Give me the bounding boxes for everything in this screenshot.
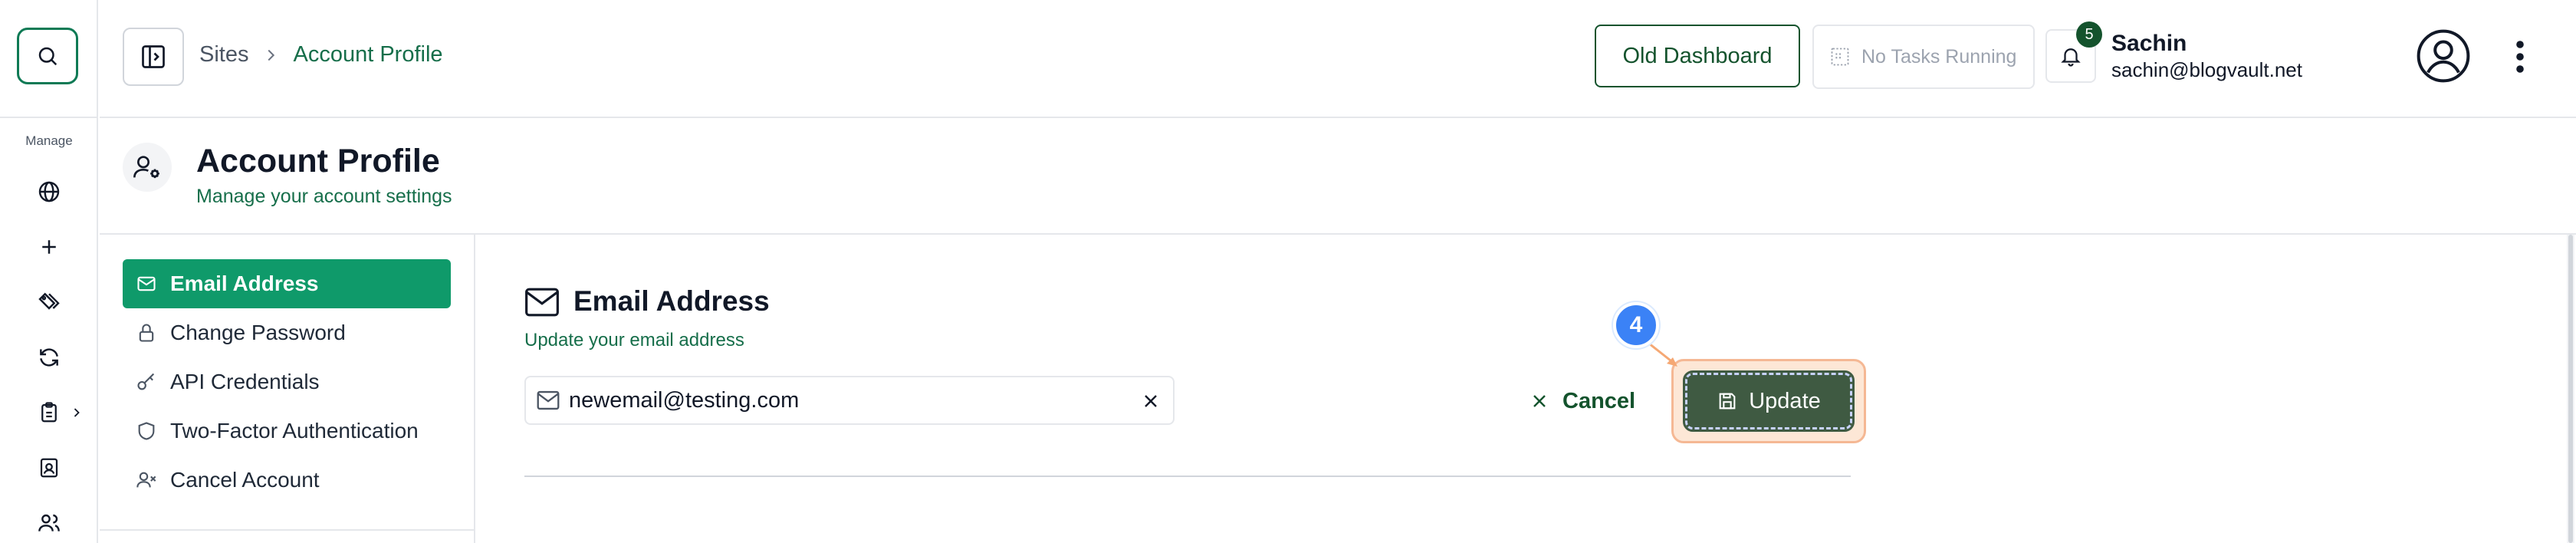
mail-icon <box>537 390 560 410</box>
plus-icon <box>42 240 56 254</box>
refresh-icon <box>40 348 58 367</box>
section-subtitle: Update your email address <box>524 330 744 350</box>
sidebar-expand-icon <box>142 45 165 68</box>
rail-item-sites[interactable] <box>31 173 67 210</box>
nav-item-api-credentials[interactable]: API Credentials <box>123 357 451 406</box>
chevron-right-icon <box>262 47 279 64</box>
save-icon <box>1717 390 1738 412</box>
tutorial-step-badge: 4 <box>1613 302 1659 348</box>
cancel-label: Cancel <box>1562 388 1636 413</box>
user-x-icon <box>135 469 158 492</box>
email-field[interactable] <box>524 376 1175 425</box>
clear-input-button[interactable] <box>1139 390 1162 413</box>
user-circle-icon <box>2417 29 2470 83</box>
nav-item-two-factor-authentication[interactable]: Two-Factor Authentication <box>123 406 451 456</box>
settings-nav: Email Address Change Password API Creden… <box>100 235 475 543</box>
page-subtitle: Manage your account settings <box>196 186 452 207</box>
rail-item-accounts[interactable] <box>31 449 67 486</box>
notification-count-badge: 5 <box>2076 21 2102 48</box>
account-settings-icon <box>123 143 172 192</box>
update-button[interactable]: Update <box>1683 370 1855 432</box>
rail-item-team[interactable] <box>31 505 67 541</box>
search-button[interactable] <box>17 28 78 84</box>
nav-item-label: Cancel Account <box>170 468 320 492</box>
key-icon <box>135 370 158 393</box>
close-icon <box>1145 395 1157 407</box>
nav-item-change-password[interactable]: Change Password <box>123 308 451 357</box>
rail-item-sync[interactable] <box>31 339 67 376</box>
more-menu-button[interactable] <box>2509 34 2532 80</box>
search-icon <box>38 47 58 66</box>
breadcrumb: Sites Account Profile <box>199 42 443 67</box>
cancel-button[interactable]: Cancel <box>1530 383 1635 419</box>
more-vertical-icon <box>2516 41 2524 73</box>
rail-section-label: Manage <box>25 133 73 148</box>
tasks-status[interactable]: No Tasks Running <box>1812 25 2035 89</box>
rail-item-tags[interactable] <box>31 284 67 321</box>
id-badge-icon <box>40 458 58 478</box>
bell-icon <box>2061 48 2081 67</box>
nav-item-label: Change Password <box>170 321 346 344</box>
rail-divider <box>0 117 98 118</box>
update-label: Update <box>1749 388 1821 413</box>
user-email: sachin@blogvault.net <box>2111 58 2302 81</box>
scrollbar-thumb[interactable] <box>2568 235 2573 543</box>
shield-icon <box>135 420 158 443</box>
rail-item-reports[interactable] <box>31 394 67 431</box>
nav-item-label: API Credentials <box>170 370 320 393</box>
globe-icon <box>38 181 60 202</box>
users-icon <box>38 514 60 531</box>
email-input[interactable] <box>569 387 1121 413</box>
nav-item-label: Two-Factor Authentication <box>170 419 419 443</box>
mail-icon <box>525 288 559 317</box>
breadcrumb-current: Account Profile <box>293 42 443 67</box>
sidebar-toggle-button[interactable] <box>123 28 184 86</box>
section-title: Email Address <box>573 285 770 317</box>
close-icon <box>1530 392 1549 410</box>
tags-icon <box>38 292 60 310</box>
clipboard-icon <box>41 402 57 423</box>
breadcrumb-sites-link[interactable]: Sites <box>199 42 248 67</box>
scan-icon <box>1829 46 1851 67</box>
nav-divider <box>100 529 475 531</box>
old-dashboard-button[interactable]: Old Dashboard <box>1595 25 1800 87</box>
avatar[interactable] <box>2415 28 2472 84</box>
section-divider <box>524 476 1851 477</box>
nav-item-label: Email Address <box>170 272 319 295</box>
nav-item-email-address[interactable]: Email Address <box>123 259 451 308</box>
left-rail: Manage <box>0 0 98 543</box>
page-title: Account Profile <box>196 143 440 179</box>
nav-item-cancel-account[interactable]: Cancel Account <box>123 456 451 505</box>
rail-item-add[interactable] <box>31 229 67 265</box>
tasks-label: No Tasks Running <box>1861 45 2017 67</box>
user-name: Sachin <box>2111 31 2187 56</box>
mail-icon <box>135 272 158 295</box>
lock-icon <box>135 321 158 344</box>
chevron-right-icon[interactable] <box>69 403 84 422</box>
